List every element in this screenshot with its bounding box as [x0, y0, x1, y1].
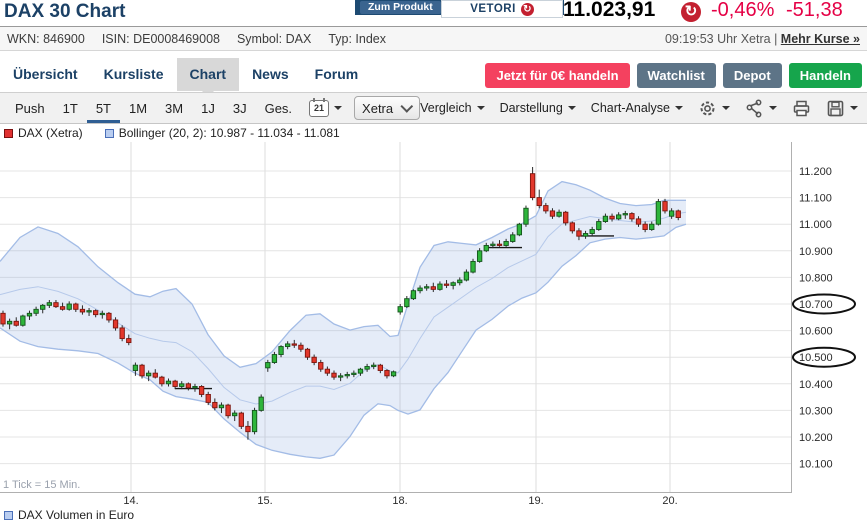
chevron-down-icon: [477, 106, 485, 114]
range-1m[interactable]: 1M: [120, 94, 156, 123]
svg-text:11.200: 11.200: [799, 166, 832, 178]
calendar-icon: 21: [309, 100, 329, 117]
quote-time: 09:19:53 Uhr Xetra | Mehr Kurse »: [665, 32, 860, 46]
legend-label: DAX (Xetra): [18, 126, 83, 140]
price-chart[interactable]: 11.200 11.100 11.000 10.900 10.800 10.700 10.6…: [0, 142, 867, 516]
range-1t[interactable]: 1T: [54, 94, 87, 123]
instrument-bar: WKN: 846900 ISIN: DE0008469008 Symbol: DAX…: [0, 26, 867, 51]
range-selector: Push1T5T1M3M1J3JGes.: [0, 94, 301, 123]
refresh-icon: ↻: [521, 3, 534, 16]
x-axis-labels: 14. 15. 18. 19. 20.: [123, 495, 677, 507]
toolbar-menus: Vergleich Darstellung Chart-Analyse: [420, 99, 867, 118]
range-1j[interactable]: 1J: [192, 94, 224, 123]
range-ges[interactable]: Ges.: [256, 94, 301, 123]
svg-text:11.100: 11.100: [799, 193, 832, 205]
page-title: DAX 30 Chart: [4, 1, 125, 23]
quote-change-percent: -0,46%: [711, 0, 774, 22]
svg-text:10.100: 10.100: [799, 459, 833, 471]
save-icon: [826, 99, 845, 118]
svg-text:10.800: 10.800: [799, 272, 833, 284]
chevron-down-icon: [769, 106, 777, 114]
exchange-value: Xetra: [362, 101, 393, 116]
volume-legend: DAX Volumen in Euro: [4, 508, 134, 522]
legend-swatch: [4, 129, 13, 138]
legend-label: Bollinger (20, 2): 10.987 - 11.034 - 11.…: [119, 126, 340, 140]
chart-toolbar: Push1T5T1M3M1J3JGes. 21 Xetra Vergleich D…: [0, 92, 867, 124]
y-axis-labels: 11.200 11.100 11.000 10.900 10.800 10.700 10.6…: [799, 166, 833, 471]
svg-text:18.: 18.: [392, 495, 407, 507]
svg-text:20.: 20.: [662, 495, 677, 507]
instrument-field: Typ: Index: [328, 32, 386, 46]
separator: |: [774, 32, 777, 46]
svg-text:14.: 14.: [123, 495, 138, 507]
svg-text:10.300: 10.300: [799, 405, 833, 417]
depot-button[interactable]: Depot: [723, 63, 782, 88]
brand-name: VETORI: [470, 3, 516, 15]
svg-text:10.600: 10.600: [799, 326, 833, 338]
menu-darstellung[interactable]: Darstellung: [500, 101, 576, 115]
chevron-down-icon: [334, 106, 342, 114]
cta-trade-free-button[interactable]: Jetzt für 0€ handeln: [485, 63, 629, 88]
svg-text:10.700: 10.700: [799, 299, 833, 311]
tab-bar: ÜbersichtKurslisteChartNewsForum Jetzt f…: [0, 58, 867, 92]
quote-change-absolute: -51,38: [786, 0, 843, 22]
print-icon: [792, 99, 811, 118]
menu-vergleich[interactable]: Vergleich: [420, 101, 484, 115]
svg-text:10.200: 10.200: [799, 432, 833, 444]
tab-news[interactable]: News: [239, 58, 302, 91]
svg-text:19.: 19.: [528, 495, 543, 507]
instrument-info: WKN: 846900 ISIN: DE0008469008 Symbol: DAX…: [7, 32, 386, 46]
quote-price: 11.023,91: [563, 0, 655, 22]
gear-icon: [698, 99, 717, 118]
gear-button[interactable]: [698, 99, 730, 118]
brand-logo[interactable]: VETORI ↻: [441, 0, 563, 18]
legend-item: Bollinger (20, 2): 10.987 - 11.034 - 11.…: [105, 126, 340, 140]
chevron-down-icon: [850, 106, 858, 114]
range-5t[interactable]: 5T: [87, 94, 120, 123]
save-button[interactable]: [826, 99, 858, 118]
svg-text:10.400: 10.400: [799, 379, 833, 391]
legend-swatch: [105, 129, 114, 138]
range-3j[interactable]: 3J: [224, 94, 256, 123]
watchlist-button[interactable]: Watchlist: [637, 63, 716, 88]
print-button[interactable]: [792, 99, 811, 118]
volume-swatch: [4, 511, 13, 520]
legend-item: DAX (Xetra): [4, 126, 83, 140]
range-push[interactable]: Push: [6, 94, 54, 123]
svg-text:10.500: 10.500: [799, 352, 833, 364]
tick-interval-note: 1 Tick = 15 Min.: [3, 479, 80, 491]
share-button[interactable]: [745, 99, 777, 118]
promo-banner: Zum Produkt VETORI ↻: [355, 0, 564, 15]
chevron-down-icon: [722, 106, 730, 114]
tab-list: ÜbersichtKurslisteChartNewsForum: [0, 58, 371, 91]
instrument-field: ISIN: DE0008469008: [102, 32, 220, 46]
instrument-field: Symbol: DAX: [237, 32, 311, 46]
page: { "header": { "title": "DAX 30 Chart", "…: [0, 0, 867, 516]
share-icon: [745, 99, 764, 118]
tab-kursliste[interactable]: Kursliste: [91, 58, 177, 91]
chart-legend: DAX (Xetra) Bollinger (20, 2): 10.987 - 1…: [4, 126, 340, 140]
instrument-field: WKN: 846900: [7, 32, 85, 46]
action-buttons: Jetzt für 0€ handeln Watchlist Depot Handel…: [485, 63, 862, 88]
quote-timestamp: 09:19:53 Uhr Xetra: [665, 32, 771, 46]
chevron-down-icon: [675, 106, 683, 114]
handeln-button[interactable]: Handeln: [789, 63, 862, 88]
tab-forum[interactable]: Forum: [302, 58, 372, 91]
tab--bersicht[interactable]: Übersicht: [0, 58, 91, 91]
zum-produkt-button[interactable]: Zum Produkt: [360, 1, 441, 14]
svg-text:15.: 15.: [257, 495, 272, 507]
volume-legend-label: DAX Volumen in Euro: [18, 508, 134, 522]
svg-text:11.000: 11.000: [799, 219, 832, 231]
exchange-select[interactable]: Xetra: [354, 96, 420, 120]
more-quotes-link[interactable]: Mehr Kurse »: [781, 32, 860, 46]
tab-chart[interactable]: Chart: [177, 58, 240, 91]
bollinger-band: [0, 182, 686, 459]
refresh-icon[interactable]: ↻: [681, 2, 701, 22]
menu-chart-analyse[interactable]: Chart-Analyse: [591, 101, 683, 115]
chevron-down-icon: [568, 106, 576, 114]
range-3m[interactable]: 3M: [156, 94, 192, 123]
calendar-button[interactable]: 21: [309, 100, 342, 117]
svg-text:10.900: 10.900: [799, 246, 833, 258]
chevron-down-icon: [401, 100, 414, 113]
